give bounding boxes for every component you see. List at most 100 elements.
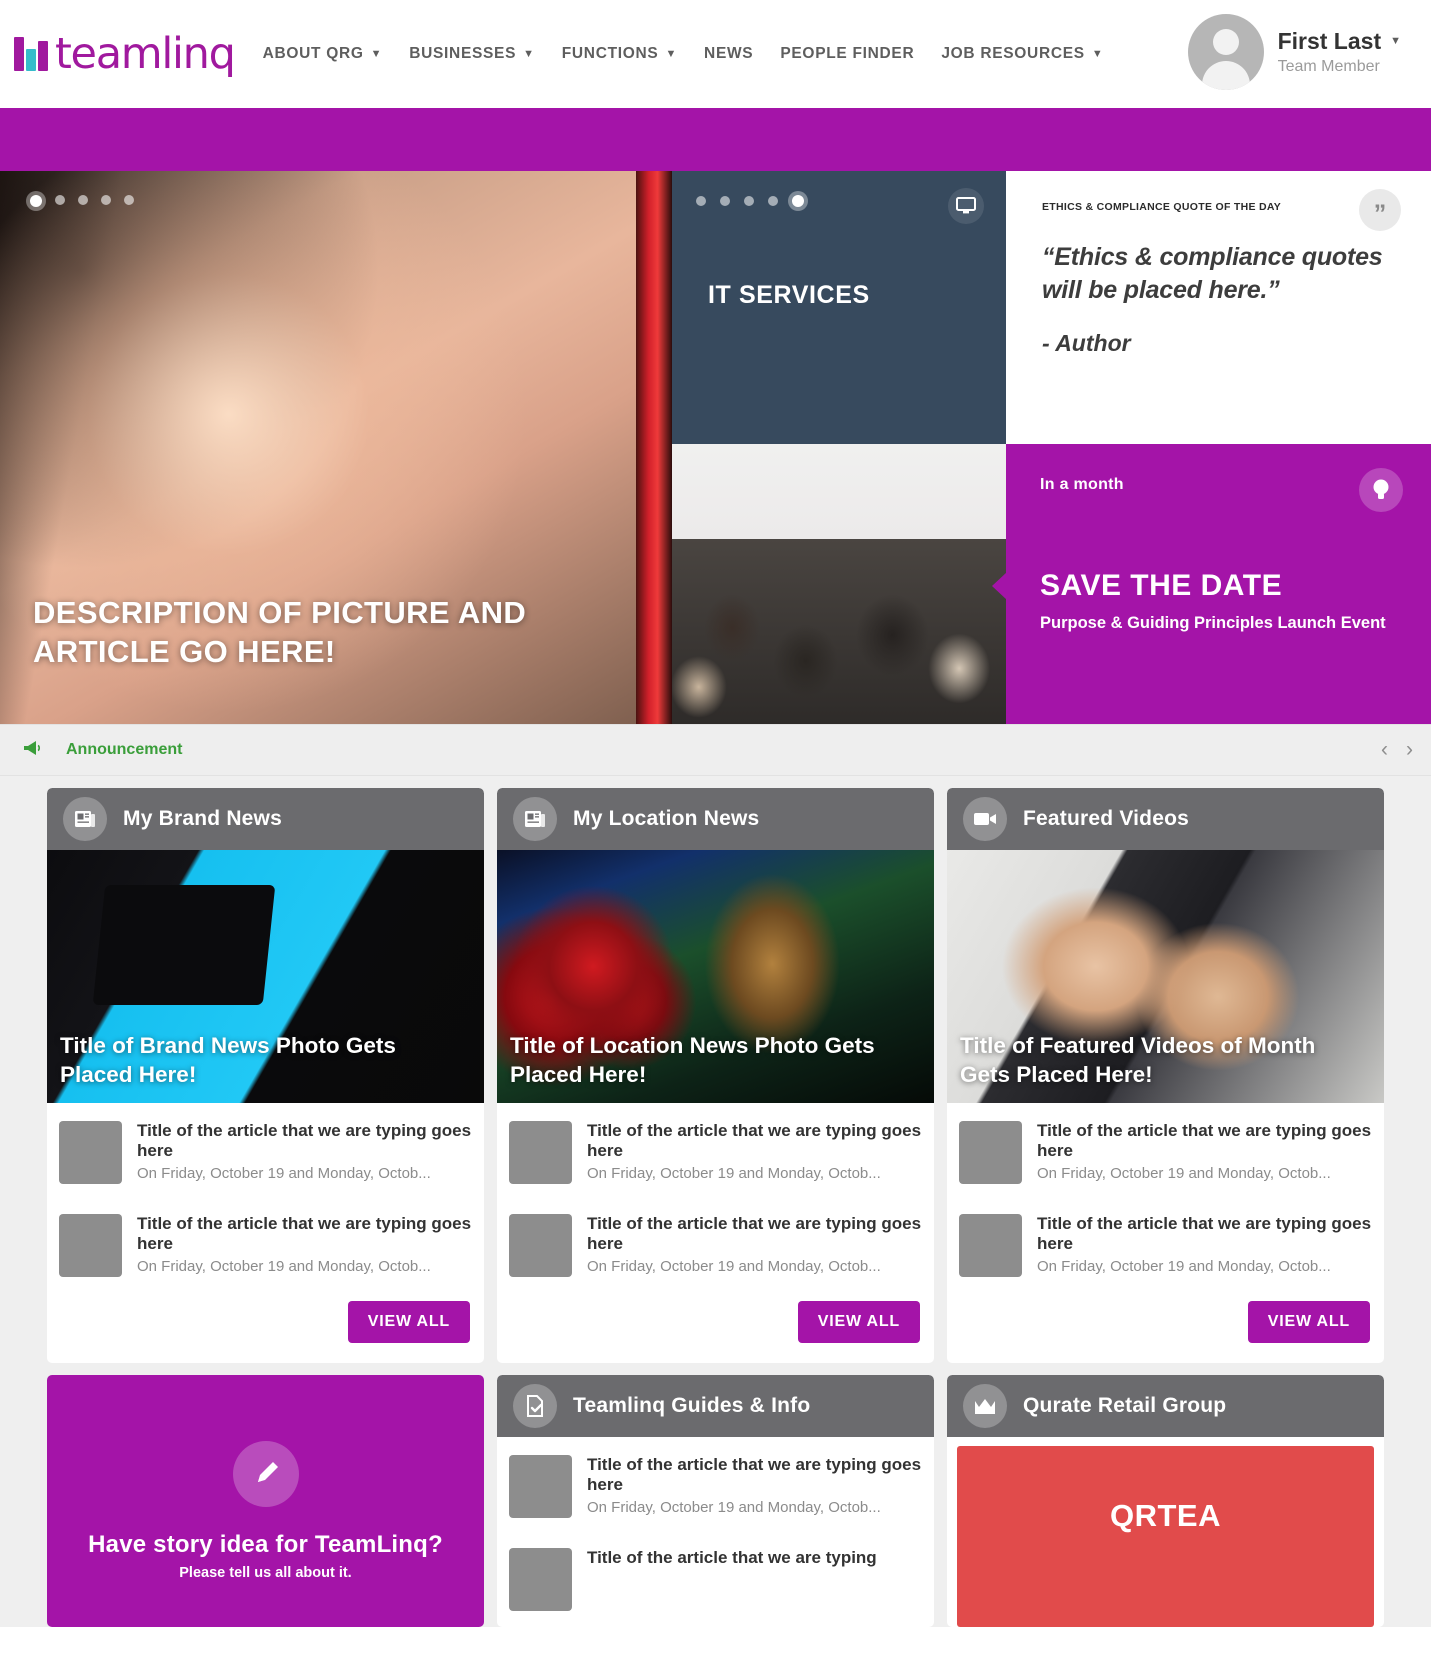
- document-check-icon: [513, 1384, 557, 1428]
- it-carousel-dots[interactable]: [696, 195, 982, 207]
- stock-ticker-panel[interactable]: QRTEA: [957, 1446, 1374, 1627]
- user-name: First Last: [1277, 27, 1382, 54]
- article-list: Title of the article that we are typing …: [947, 1103, 1384, 1293]
- article-thumbnail: [509, 1455, 572, 1518]
- list-item[interactable]: Title of the article that we are typing …: [509, 1200, 922, 1293]
- card-hero-image[interactable]: Title of Featured Videos of Month Gets P…: [947, 850, 1384, 1103]
- list-item[interactable]: Title of the article that we are typing …: [59, 1200, 472, 1293]
- user-role: Team Member: [1277, 57, 1380, 75]
- carousel-dot-4[interactable]: [101, 195, 111, 205]
- article-thumbnail: [509, 1121, 572, 1184]
- article-title: Title of the article that we are typing …: [1037, 1121, 1372, 1160]
- it-dot-4[interactable]: [768, 196, 778, 206]
- article-date: On Friday, October 19 and Monday, Octob.…: [1037, 1257, 1331, 1275]
- stock-ticker-symbol: QRTEA: [1110, 1498, 1221, 1533]
- card-featured-videos: Featured Videos Title of Featured Videos…: [947, 788, 1384, 1363]
- article-title: Title of the article that we are typing …: [1037, 1214, 1372, 1253]
- nav-item-businesses[interactable]: BUSINESSES ▼: [409, 45, 535, 63]
- view-all-button[interactable]: VIEW ALL: [1247, 1301, 1370, 1343]
- card-hero-image[interactable]: Title of Location News Photo Gets Placed…: [497, 850, 934, 1103]
- article-thumbnail: [509, 1214, 572, 1277]
- hero-carousel-dots[interactable]: [30, 195, 134, 207]
- bottom-card-grid: Have story idea for TeamLinq? Please tel…: [0, 1363, 1431, 1627]
- carousel-dot-1[interactable]: [30, 195, 42, 207]
- list-item[interactable]: Title of the article that we are typing …: [509, 1107, 922, 1200]
- card-header: Teamlinq Guides & Info: [497, 1375, 934, 1437]
- article-list: Title of the article that we are typing …: [497, 1103, 934, 1293]
- article-title: Title of the article that we are typing: [587, 1548, 877, 1567]
- teamlinq-logo-icon: [14, 37, 48, 71]
- save-the-date-panel[interactable]: In a month SAVE THE DATE Purpose & Guidi…: [992, 444, 1431, 724]
- article-title: Title of the article that we are typing …: [587, 1214, 922, 1253]
- nav-item-people-finder[interactable]: PEOPLE FINDER: [780, 45, 914, 63]
- list-item[interactable]: Title of the article that we are typing …: [959, 1200, 1372, 1293]
- chevron-down-icon: ▼: [1091, 47, 1104, 60]
- carousel-dot-2[interactable]: [55, 195, 65, 205]
- hero-middle-column: IT SERVICES: [672, 171, 1006, 724]
- it-dot-1[interactable]: [696, 196, 706, 206]
- card-header: Qurate Retail Group: [947, 1375, 1384, 1437]
- nav-item-news[interactable]: NEWS: [704, 45, 753, 63]
- it-dot-3[interactable]: [744, 196, 754, 206]
- it-services-title: IT SERVICES: [708, 281, 870, 309]
- nav-item-job-resources[interactable]: JOB RESOURCES ▼: [941, 45, 1103, 63]
- newspaper-icon: [63, 797, 107, 841]
- site-header: teamlinq ABOUT QRG ▼ BUSINESSES ▼ FUNCTI…: [0, 0, 1431, 108]
- hero-main-carousel[interactable]: DESCRIPTION OF PICTURE AND ARTICLE GO HE…: [0, 171, 672, 724]
- list-item[interactable]: Title of the article that we are typing: [509, 1534, 922, 1627]
- list-item[interactable]: Title of the article that we are typing …: [59, 1107, 472, 1200]
- nav-item-functions[interactable]: FUNCTIONS ▼: [562, 45, 677, 63]
- save-the-date-when: In a month: [1040, 476, 1124, 493]
- save-the-date-title: SAVE THE DATE: [1040, 569, 1283, 602]
- card-hero-image[interactable]: Title of Brand News Photo Gets Placed He…: [47, 850, 484, 1103]
- article-thumbnail: [59, 1121, 122, 1184]
- carousel-dot-5[interactable]: [124, 195, 134, 205]
- list-item[interactable]: Title of the article that we are typing …: [959, 1107, 1372, 1200]
- chevron-down-icon: ▼: [665, 47, 678, 60]
- it-dot-2[interactable]: [720, 196, 730, 206]
- pen-nib-icon: [232, 1441, 299, 1507]
- carousel-dot-3[interactable]: [78, 195, 88, 205]
- event-crowd-photo: [672, 444, 1006, 724]
- article-title: Title of the article that we are typing …: [137, 1214, 472, 1253]
- announcement-bar: Announcement ‹ ›: [0, 724, 1431, 776]
- card-story-idea[interactable]: Have story idea for TeamLinq? Please tel…: [47, 1375, 484, 1627]
- chevron-down-icon[interactable]: ▼: [1390, 36, 1401, 47]
- article-thumbnail: [509, 1548, 572, 1611]
- card-header: My Brand News: [47, 788, 484, 850]
- article-date: On Friday, October 19 and Monday, Octob.…: [137, 1164, 431, 1182]
- article-thumbnail: [959, 1214, 1022, 1277]
- lightbulb-icon: [1359, 468, 1403, 512]
- view-all-button[interactable]: VIEW ALL: [797, 1301, 920, 1343]
- card-title: Qurate Retail Group: [1023, 1394, 1227, 1417]
- logo[interactable]: teamlinq: [14, 32, 236, 76]
- announcement-prev-icon[interactable]: ‹: [1381, 738, 1388, 762]
- nav-item-about-qrg[interactable]: ABOUT QRG ▼: [263, 45, 383, 63]
- story-idea-title: Have story idea for TeamLinq?: [88, 1531, 443, 1558]
- list-item[interactable]: Title of the article that we are typing …: [509, 1441, 922, 1534]
- news-card-grid: My Brand News Title of Brand News Photo …: [0, 776, 1431, 1363]
- video-camera-icon: [963, 797, 1007, 841]
- avatar: [1187, 14, 1264, 90]
- card-hero-label: Title of Featured Videos of Month Gets P…: [960, 1032, 1316, 1087]
- user-menu[interactable]: First Last ▼ Team Member: [1187, 14, 1401, 90]
- card-teamlinq-guides: Teamlinq Guides & Info Title of the arti…: [497, 1375, 934, 1627]
- nav-label: BUSINESSES: [409, 45, 517, 62]
- quote-author: - Author: [1042, 329, 1131, 356]
- card-my-brand-news: My Brand News Title of Brand News Photo …: [47, 788, 484, 1363]
- article-date: On Friday, October 19 and Monday, Octob.…: [587, 1164, 881, 1182]
- article-title: Title of the article that we are typing …: [587, 1455, 922, 1494]
- card-header: My Location News: [497, 788, 934, 850]
- nav-label: FUNCTIONS: [561, 45, 659, 62]
- article-thumbnail: [59, 1214, 122, 1277]
- card-title: My Brand News: [123, 807, 282, 830]
- it-dot-5[interactable]: [792, 195, 804, 207]
- quote-mark-icon: ”: [1359, 189, 1401, 231]
- announcement-next-icon[interactable]: ›: [1406, 738, 1413, 762]
- article-date: On Friday, October 19 and Monday, Octob.…: [587, 1257, 881, 1275]
- story-idea-subtitle: Please tell us all about it.: [179, 1565, 352, 1581]
- it-services-panel[interactable]: IT SERVICES: [672, 171, 1006, 444]
- view-all-button[interactable]: VIEW ALL: [347, 1301, 470, 1343]
- card-title: Featured Videos: [1023, 807, 1189, 830]
- quote-kicker: ETHICS & COMPLIANCE QUOTE OF THE DAY: [1042, 201, 1282, 213]
